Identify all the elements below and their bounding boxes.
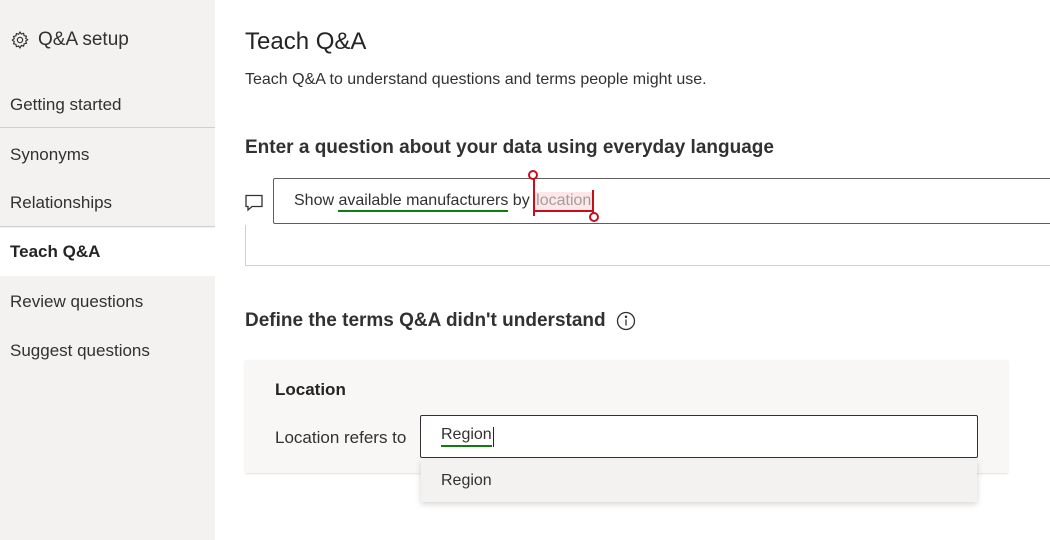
define-terms-label: Define the terms Q&A didn't understand <box>245 310 606 331</box>
term-definition-card: Location Location refers to Region <box>245 360 1008 473</box>
sidebar-item-relationships[interactable]: Relationships <box>0 179 215 227</box>
unrecognized-term[interactable]: location <box>528 170 600 222</box>
define-terms-heading: Define the terms Q&A didn't understand <box>245 310 636 332</box>
unrecognized-term-text: location <box>536 192 592 209</box>
term-refers-label: Location refers to <box>275 428 407 447</box>
sidebar-item-label: Teach Q&A <box>10 242 101 261</box>
sidebar-header: Q&A setup <box>10 27 129 53</box>
sidebar-divider <box>0 226 215 227</box>
term-title: Location <box>275 380 346 399</box>
suggestion-option[interactable]: Region <box>421 460 977 502</box>
sidebar-item-teach-qa[interactable]: Teach Q&A <box>0 228 215 276</box>
suggestion-option-label: Region <box>441 472 492 489</box>
term-refers-input[interactable]: Region <box>420 415 978 458</box>
info-icon[interactable] <box>616 311 636 331</box>
sidebar-item-label: Review questions <box>10 292 144 311</box>
question-text: Show available manufacturers by location <box>294 170 600 222</box>
selection-start-handle[interactable] <box>533 174 536 216</box>
text-caret <box>492 426 494 447</box>
sidebar-item-label: Suggest questions <box>10 341 150 360</box>
chat-bubble-icon <box>245 194 263 212</box>
panel-divider <box>245 265 1050 266</box>
sidebar-item-suggest-questions[interactable]: Suggest questions <box>0 327 215 375</box>
sidebar-item-getting-started[interactable]: Getting started <box>0 81 215 129</box>
selection-end-dot[interactable] <box>589 212 600 222</box>
selection-start-dot[interactable] <box>528 170 539 180</box>
sidebar-title: Q&A setup <box>38 29 129 50</box>
sidebar: Q&A setup Getting started Synonyms Relat… <box>0 0 215 540</box>
sidebar-item-synonyms[interactable]: Synonyms <box>0 131 215 179</box>
page-title: Teach Q&A <box>245 28 367 55</box>
selection-end-handle[interactable] <box>592 190 595 214</box>
sidebar-divider <box>0 127 215 128</box>
gear-icon <box>11 31 29 50</box>
question-input[interactable]: Show available manufacturers by location <box>273 170 1050 224</box>
sidebar-item-label: Synonyms <box>10 145 90 164</box>
sidebar-item-review-questions[interactable]: Review questions <box>0 278 215 326</box>
sidebar-item-label: Relationships <box>10 193 113 212</box>
question-text-part: by <box>508 192 535 209</box>
sidebar-item-label: Getting started <box>10 95 122 114</box>
page-subtitle: Teach Q&A to understand questions and te… <box>245 71 707 88</box>
panel-divider <box>245 225 246 266</box>
question-text-part: Show <box>294 192 339 209</box>
question-label: Enter a question about your data using e… <box>245 137 774 158</box>
term-refers-value: Region <box>441 426 492 447</box>
recognized-term[interactable]: available manufacturers <box>338 192 509 212</box>
